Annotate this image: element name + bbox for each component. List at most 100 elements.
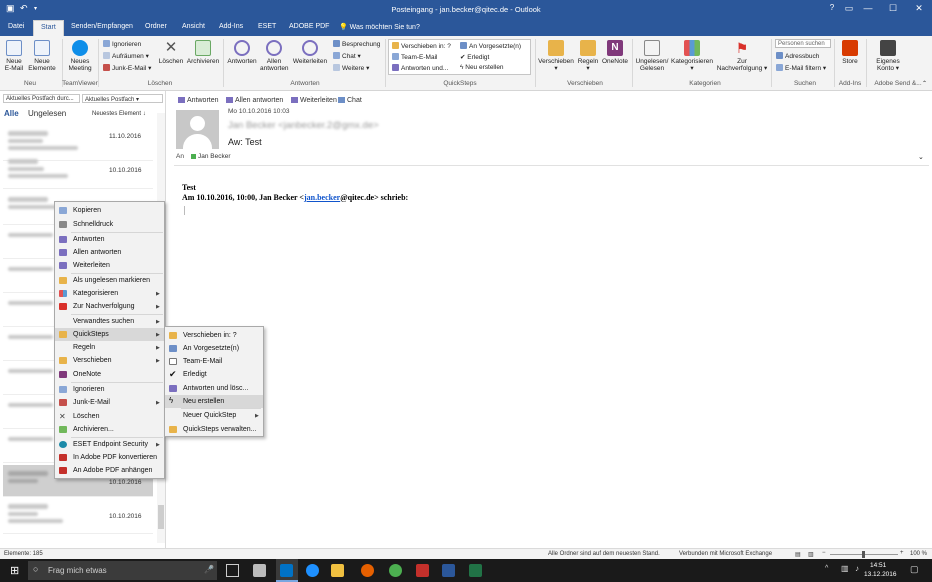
file-explorer-icon[interactable] [331, 564, 344, 577]
unread-read-button[interactable]: Ungelesen/ Gelesen [635, 40, 669, 72]
junk-button[interactable]: Junk-E-Mail ▾ [103, 64, 151, 72]
menu-item-regeln[interactable]: Regeln ▶ [55, 341, 164, 354]
submenu-item-neuer-quickstep[interactable]: Neuer QuickStep ▶ [165, 409, 263, 422]
new-items-button[interactable]: Neue Elemente [27, 40, 57, 72]
menu-item-adobe-convert[interactable]: In Adobe PDF konvertieren [55, 451, 164, 464]
tab-datei[interactable]: Datei [8, 23, 24, 30]
menu-item-antworten[interactable]: Antworten [55, 233, 164, 246]
tab-start[interactable]: Start [33, 20, 64, 36]
cleanup-button[interactable]: Aufräumen ▾ [103, 52, 149, 60]
tell-me-box[interactable]: 💡 Was möchten Sie tun? [339, 23, 420, 31]
submenu-item-team-email[interactable]: Team-E-Mail [165, 355, 263, 368]
menu-item-allen-antworten[interactable]: Allen antworten [55, 246, 164, 259]
archive-button[interactable]: Archivieren [186, 40, 220, 65]
zoom-slider-thumb[interactable] [862, 551, 865, 558]
categorize-button[interactable]: Kategorisieren ▾ [670, 40, 714, 72]
chrome-icon[interactable] [389, 564, 402, 577]
submenu-item-verwalten[interactable]: QuickSteps verwalten... [165, 423, 263, 436]
email-link[interactable]: jan.becker [304, 193, 340, 202]
volume-icon[interactable]: ♪ [855, 564, 859, 573]
recipient-name[interactable]: Jan Becker [198, 153, 231, 160]
reading-forward-button[interactable]: Weiterleiten [291, 97, 337, 104]
menu-item-ignorieren[interactable]: Ignorieren [55, 383, 164, 396]
meeting-button[interactable]: Besprechung [333, 40, 380, 48]
reading-reply-button[interactable]: Antworten [178, 97, 219, 104]
menu-item-archivieren[interactable]: Archivieren... [55, 423, 164, 436]
help-icon[interactable]: ? [825, 3, 839, 12]
tab-add-ins[interactable]: Add-Ins [219, 23, 243, 30]
more-button[interactable]: Weitere ▾ [333, 64, 369, 72]
filter-email-button[interactable]: E-Mail filtern ▾ [776, 64, 826, 72]
close-button[interactable]: ✕ [912, 3, 926, 14]
tab-ansicht[interactable]: Ansicht [182, 23, 205, 30]
new-email-button[interactable]: Neue E-Mail [3, 40, 25, 72]
network-icon[interactable]: ▥ [841, 564, 849, 573]
delete-button[interactable]: ✕ Löschen [158, 40, 184, 66]
onenote-button[interactable]: N OneNote [601, 40, 629, 65]
menu-item-junk[interactable]: Junk-E-Mail ▶ [55, 396, 164, 409]
menu-item-mark-unread[interactable]: Als ungelesen markieren [55, 274, 164, 287]
submenu-item-verschieben-in[interactable]: Verschieben in: ? [165, 329, 263, 342]
qs-done[interactable]: ✔ Erledigt [460, 53, 489, 61]
tab-senden-empfangen[interactable]: Senden/Empfangen [71, 23, 133, 30]
reply-button[interactable]: Antworten [226, 40, 258, 65]
submenu-item-neu-erstellen[interactable]: ϟ Neu erstellen [165, 395, 263, 408]
list-item[interactable]: 10.10.2016 [3, 500, 153, 534]
menu-item-schnelldruck[interactable]: Schnelldruck [55, 218, 164, 231]
filter-unread[interactable]: Ungelesen [28, 109, 66, 118]
submenu-item-erledigt[interactable]: ✔ Erledigt [165, 368, 263, 381]
menu-item-onenote[interactable]: OneNote [55, 368, 164, 381]
ribbon-display-icon[interactable]: ▭ [842, 3, 856, 14]
search-scope-input[interactable]: Aktuelles Postfach durc... [3, 94, 80, 103]
menu-item-weiterleiten[interactable]: Weiterleiten [55, 259, 164, 272]
notification-icon[interactable]: ▢ [910, 564, 919, 575]
collapse-ribbon-icon[interactable]: ⌃ [922, 80, 927, 87]
qs-new[interactable]: ϟ Neu erstellen [460, 64, 504, 71]
submenu-item-vorgesetzte[interactable]: An Vorgesetzte(n) [165, 342, 263, 355]
tray-chevron-icon[interactable]: ^ [825, 565, 828, 572]
expand-header-icon[interactable]: ⌄ [918, 153, 924, 161]
forward-button[interactable]: Weiterleiten [290, 40, 330, 65]
menu-item-verschieben[interactable]: Verschieben ▶ [55, 354, 164, 367]
menu-item-kopieren[interactable]: Kopieren [55, 204, 164, 217]
minimize-button[interactable]: — [861, 3, 875, 13]
qs-reply-delete[interactable]: Antworten und... [392, 64, 448, 72]
windows-start-icon[interactable]: ⊞ [10, 564, 19, 577]
word-icon[interactable] [442, 564, 455, 577]
zoom-out-button[interactable]: − [822, 550, 826, 556]
sort-dropdown[interactable]: Neuestes Element ↓ [92, 111, 146, 117]
menu-item-quicksteps[interactable]: QuickSteps ▶ [55, 328, 164, 341]
acrobat-icon[interactable] [416, 564, 429, 577]
view-normal-icon[interactable]: ▤ [795, 551, 801, 558]
menu-item-eset[interactable]: ESET Endpoint Security ▶ [55, 438, 164, 451]
task-view-icon[interactable] [226, 564, 239, 577]
qs-to-manager[interactable]: An Vorgesetzte(n) [460, 42, 521, 50]
new-meeting-button[interactable]: Neues Meeting [66, 40, 94, 72]
taskbar-search-box[interactable]: ○ Frag mich etwas 🎤 [28, 561, 217, 580]
qs-team-email[interactable]: Team-E-Mail [392, 53, 437, 61]
search-scope-dropdown[interactable]: Aktuelles Postfach ▾ [82, 94, 163, 103]
rules-button[interactable]: Regeln ▾ [576, 40, 600, 72]
list-item[interactable]: 10.10.2016 [3, 155, 153, 189]
followup-button[interactable]: ⚑ Zur Nachverfolgung ▾ [716, 40, 768, 72]
menu-item-kategorisieren[interactable]: Kategorisieren ▶ [55, 287, 164, 300]
view-reading-icon[interactable]: ▥ [808, 551, 814, 558]
edge-icon[interactable] [306, 564, 319, 577]
menu-item-adobe-append[interactable]: An Adobe PDF anhängen [55, 464, 164, 477]
tab-adobe-pdf[interactable]: ADOBE PDF [289, 23, 329, 30]
menu-item-loeschen[interactable]: ✕ Löschen [55, 410, 164, 423]
reply-all-button[interactable]: Allen antworten [260, 40, 289, 72]
tab-eset[interactable]: ESET [258, 23, 276, 30]
qs-move-to[interactable]: Verschieben in: ? [392, 42, 451, 50]
restore-button[interactable]: ☐ [886, 3, 900, 14]
store-button[interactable]: Store [837, 40, 863, 65]
ignore-button[interactable]: Ignorieren [103, 40, 141, 48]
outlook-taskbar-button[interactable] [276, 559, 298, 582]
own-account-button[interactable]: Eigenes Konto ▾ [872, 40, 904, 72]
people-search-input[interactable]: Personen suchen [775, 39, 831, 48]
calculator-icon[interactable] [253, 564, 266, 577]
addressbook-button[interactable]: Adressbuch [776, 52, 819, 60]
reading-reply-all-button[interactable]: Allen antworten [226, 97, 283, 104]
move-button[interactable]: Verschieben ▾ [538, 40, 574, 72]
clock-date[interactable]: 13.12.2016 [864, 571, 897, 578]
